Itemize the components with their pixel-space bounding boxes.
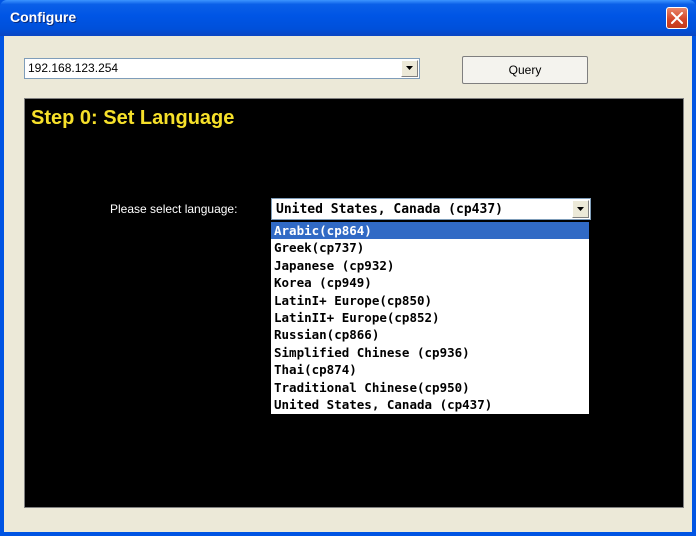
configure-window: Configure 192.168.123.254 Query Step 0: … xyxy=(0,0,696,536)
ip-combo-dropdown-button[interactable] xyxy=(401,60,418,77)
language-option[interactable]: Russian(cp866) xyxy=(271,326,589,343)
query-button[interactable]: Query xyxy=(462,56,588,84)
language-dropdown-list: Arabic(cp864) Greek(cp737) Japanese (cp9… xyxy=(270,221,590,415)
dropdown-arrow-icon xyxy=(406,66,413,70)
close-icon xyxy=(671,12,683,24)
language-option[interactable]: Arabic(cp864) xyxy=(271,222,589,240)
language-option[interactable]: Greek(cp737) xyxy=(271,239,589,256)
language-label: Please select language: xyxy=(110,202,238,216)
language-option[interactable]: LatinI+ Europe(cp850) xyxy=(271,292,589,309)
title-bar[interactable]: Configure xyxy=(0,0,696,36)
language-option[interactable]: Traditional Chinese(cp950) xyxy=(271,379,589,396)
ip-address-value: 192.168.123.254 xyxy=(28,61,119,75)
language-dropdown-button[interactable] xyxy=(572,200,589,218)
language-option[interactable]: LatinII+ Europe(cp852) xyxy=(271,309,589,326)
language-option[interactable]: United States, Canada (cp437) xyxy=(271,396,589,413)
client-area: 192.168.123.254 Query Step 0: Set Langua… xyxy=(4,36,692,532)
step-panel: Step 0: Set Language Please select langu… xyxy=(24,98,684,508)
dropdown-arrow-icon xyxy=(577,207,584,211)
language-select[interactable]: United States, Canada (cp437) xyxy=(271,198,591,220)
language-selected-value: United States, Canada (cp437) xyxy=(276,202,503,217)
language-option[interactable]: Japanese (cp932) xyxy=(271,257,589,274)
language-option[interactable]: Thai(cp874) xyxy=(271,361,589,378)
window-title: Configure xyxy=(10,9,77,25)
ip-address-combo[interactable]: 192.168.123.254 xyxy=(24,58,420,79)
close-button[interactable] xyxy=(666,7,688,29)
step-title: Step 0: Set Language xyxy=(31,107,235,129)
language-option[interactable]: Korea (cp949) xyxy=(271,274,589,291)
language-option[interactable]: Simplified Chinese (cp936) xyxy=(271,344,589,361)
